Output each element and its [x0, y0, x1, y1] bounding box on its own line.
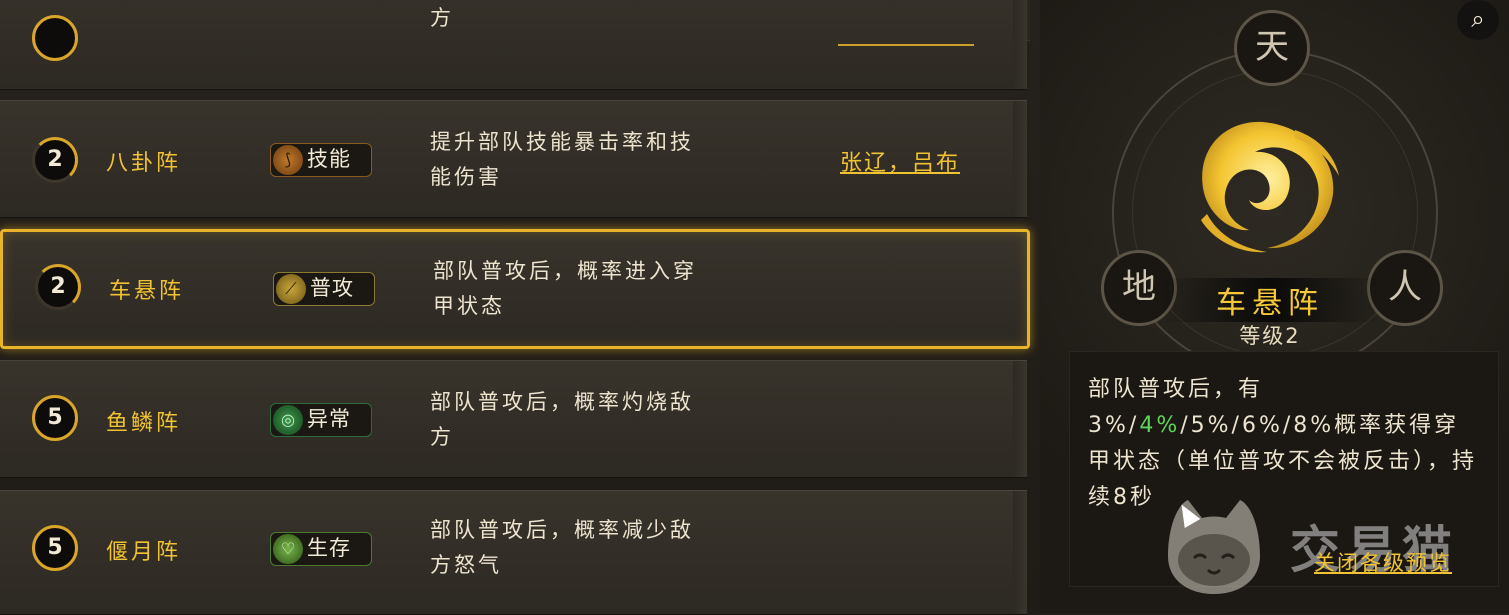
table-row[interactable]: 2 八卦阵 ⟆ 技能 提升部队技能暴击率和技 能伤害 张辽，吕布: [0, 100, 1027, 218]
desc-line: 方怒气: [430, 553, 502, 577]
level-number: 5: [47, 535, 63, 560]
row-description: 部队普攻后，概率灼烧敌 方: [430, 385, 770, 455]
desc-line: 部队普攻后，概率灼烧敌: [430, 390, 694, 414]
heroes-underline: [838, 44, 974, 46]
row-edge: [1013, 491, 1027, 614]
trait-label: 异常: [307, 407, 351, 431]
effect-text: /5%/: [1180, 413, 1242, 438]
level-number: 2: [47, 147, 63, 172]
desc-line: 甲状态: [433, 294, 505, 318]
row-description: 方: [430, 6, 454, 30]
slash-icon: ⟋: [276, 274, 306, 304]
effect-current-value: 4%: [1139, 413, 1181, 438]
table-row[interactable]: 方: [0, 0, 1027, 90]
desc-line: 部队普攻后，概率减少敌: [430, 518, 694, 542]
formation-name: 鱼鳞阵: [106, 411, 182, 436]
level-ring: 5: [32, 525, 78, 571]
formation-name: 八卦阵: [106, 151, 182, 176]
level-ring: 2: [35, 264, 81, 310]
formation-list: 阵法 特性 效果 方 2 八卦阵 ⟆ 技能 提升部队技能暴击率和技 能伤害 张辽…: [0, 0, 1040, 615]
row-description: 提升部队技能暴击率和技 能伤害: [430, 125, 770, 195]
claw-icon: ⟆: [273, 145, 303, 175]
desc-line: 能伤害: [430, 165, 502, 189]
trait-tag: ⟋ 普攻: [273, 272, 375, 306]
row-description: 部队普攻后，概率进入穿 甲状态: [433, 254, 773, 324]
whirlwind-emblem-icon: [1201, 121, 1339, 253]
trait-label: 技能: [307, 147, 351, 171]
level-number: 2: [50, 274, 66, 299]
trait-label: 生存: [307, 536, 351, 560]
formation-name: 车悬阵: [109, 279, 185, 304]
desc-line: 提升部队技能暴击率和技: [430, 130, 694, 154]
swirl-icon: ◎: [273, 405, 303, 435]
formation-name: 偃月阵: [106, 540, 182, 565]
trait-tag: ♡ 生存: [270, 532, 372, 566]
trait-tag: ◎ 异常: [270, 403, 372, 437]
level-ring: [32, 15, 78, 61]
heroes-link[interactable]: 张辽，吕布: [840, 145, 960, 177]
table-row[interactable]: 5 偃月阵 ♡ 生存 部队普攻后，概率减少敌 方怒气: [0, 490, 1027, 615]
level-number: 5: [47, 405, 63, 430]
close-preview-link[interactable]: 关闭各级预览: [1314, 547, 1452, 577]
level-ring: 5: [32, 395, 78, 441]
level-ring: 2: [32, 137, 78, 183]
desc-line: 部队普攻后，概率进入穿: [433, 259, 697, 283]
row-edge: [1013, 361, 1027, 477]
search-icon[interactable]: ⌕: [1457, 0, 1499, 40]
heaven-node-icon: 天: [1234, 10, 1310, 86]
trait-tag: ⟆ 技能: [270, 143, 372, 177]
row-description: 部队普攻后，概率减少敌 方怒气: [430, 513, 770, 583]
desc-line: 方: [430, 425, 454, 449]
trait-label: 普攻: [310, 276, 354, 300]
heart-icon: ♡: [273, 534, 303, 564]
row-edge: [1013, 101, 1027, 217]
effect-description: 部队普攻后，有3%/4%/5%/6%/8%概率获得穿甲状态（单位普攻不会被反击）…: [1088, 372, 1480, 516]
row-edge: [1013, 0, 1027, 89]
formation-title: 车悬阵: [1160, 278, 1380, 322]
table-row-selected[interactable]: 2 车悬阵 ⟋ 普攻 部队普攻后，概率进入穿 甲状态: [0, 229, 1030, 349]
table-row[interactable]: 5 鱼鳞阵 ◎ 异常 部队普攻后，概率灼烧敌 方: [0, 360, 1027, 478]
formation-level: 等级2: [1239, 324, 1301, 348]
